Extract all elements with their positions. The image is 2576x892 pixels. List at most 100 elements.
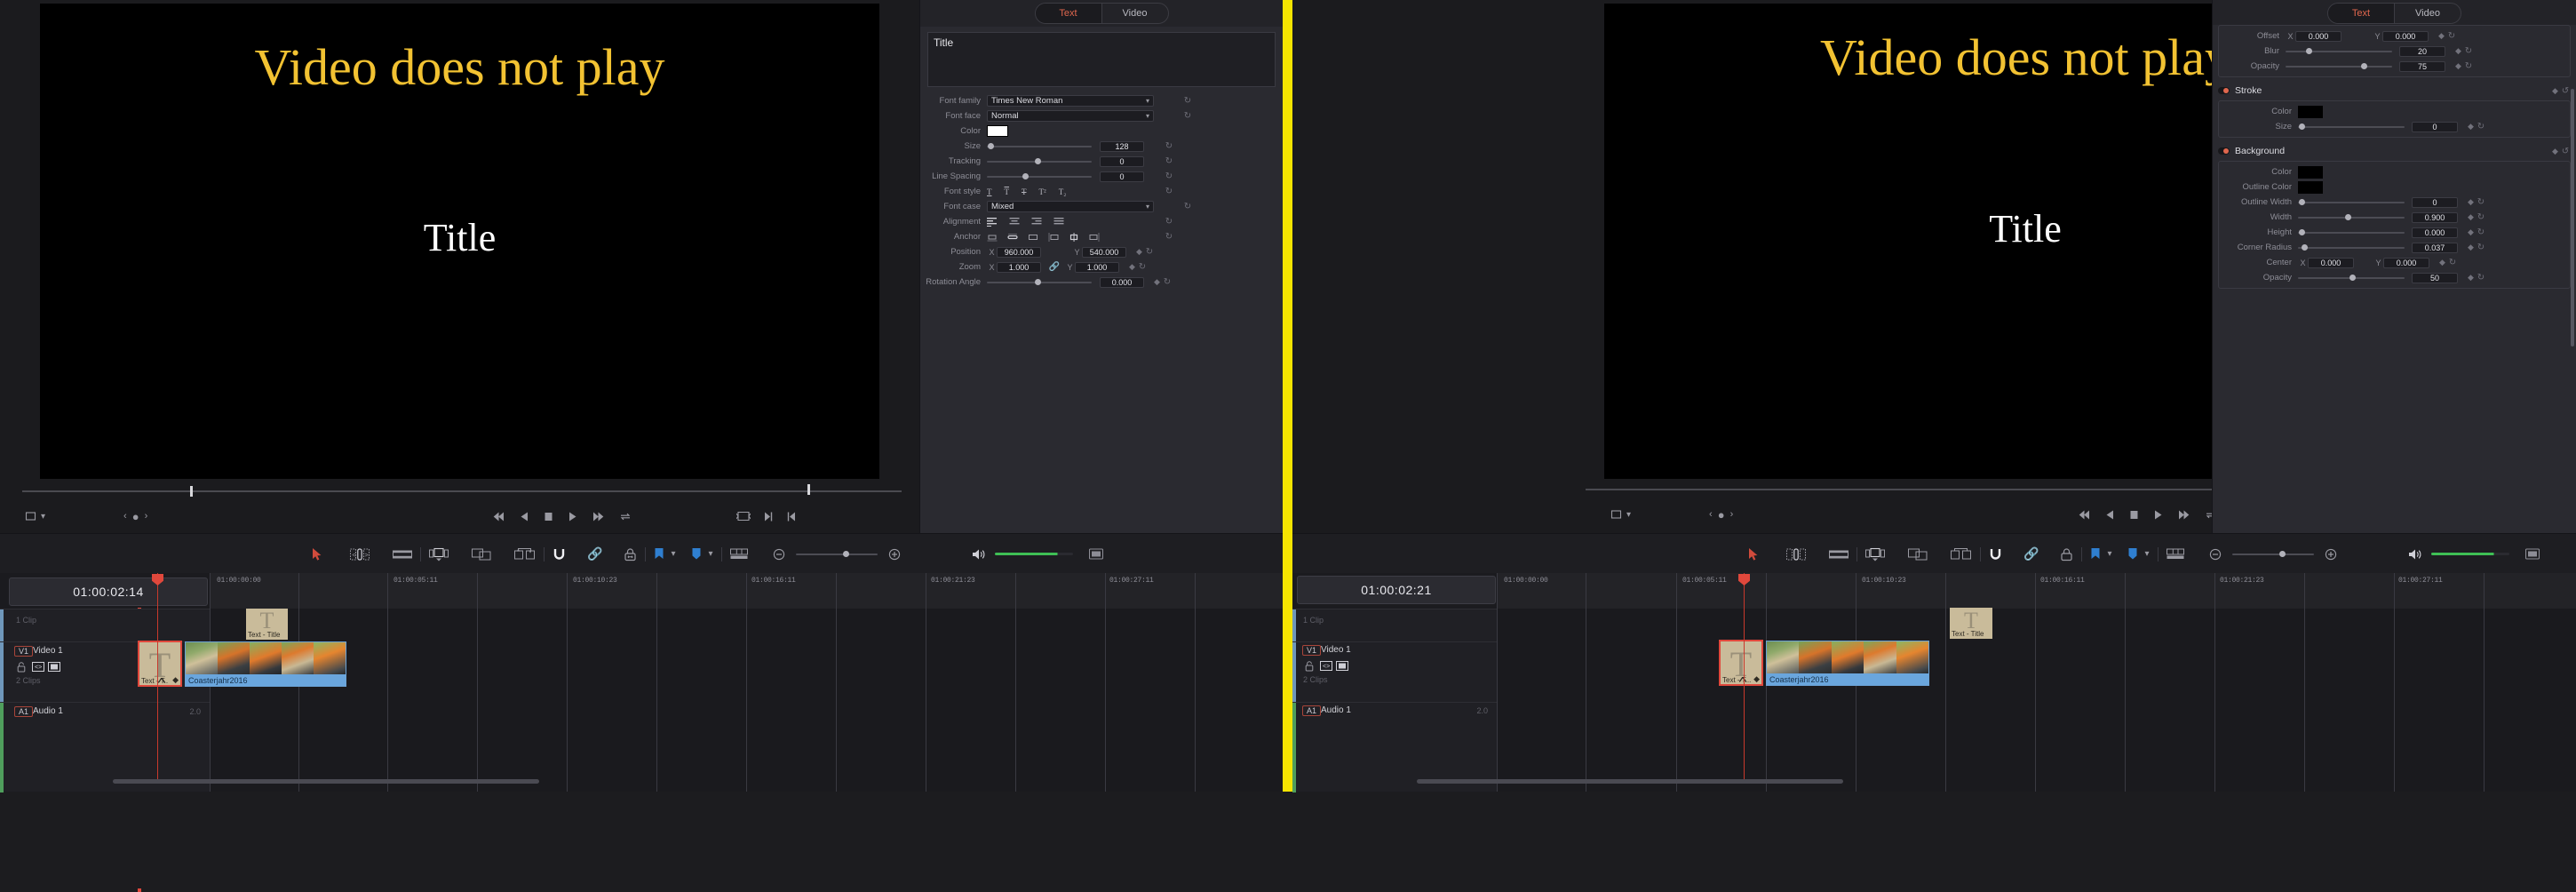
marker-prev-icon[interactable]: ‹: [123, 511, 127, 522]
anchor-top-icon[interactable]: [987, 233, 998, 242]
bg-corner-radius-value[interactable]: 0.037: [2412, 242, 2458, 253]
blur-value[interactable]: 20: [2399, 45, 2445, 57]
marker-icon[interactable]: [691, 547, 702, 561]
stroke-size-slider[interactable]: [2298, 121, 2405, 132]
shadow-opacity-keyframe-icon[interactable]: ◆: [2453, 61, 2463, 71]
link-icon[interactable]: 🔗: [1047, 262, 1061, 272]
trim-edit-icon[interactable]: [1786, 547, 1806, 561]
left-header-thumbnail[interactable]: T Text - Title: [246, 609, 288, 640]
right-a1-badge[interactable]: A1: [1302, 705, 1322, 716]
left-video-canvas[interactable]: Video does not play Title: [40, 4, 879, 479]
font-style-reset-icon[interactable]: ↻: [1164, 187, 1174, 196]
chevron-down-icon[interactable]: ▾: [2107, 549, 2111, 559]
bg-center-y-value[interactable]: 0.000: [2383, 257, 2429, 268]
track-thumbnail-icon[interactable]: [1336, 661, 1348, 671]
crop-icon[interactable]: [1610, 509, 1622, 521]
tab-text[interactable]: Text: [1035, 4, 1101, 23]
bg-width-keyframe-icon[interactable]: ◆: [2466, 212, 2476, 222]
bg-center-reset-icon[interactable]: ↻: [2447, 258, 2458, 267]
marker-next-icon[interactable]: ›: [145, 511, 148, 522]
fullscreen-icon[interactable]: [1088, 548, 1103, 560]
audio-icon[interactable]: [2408, 548, 2422, 561]
chevron-down-icon[interactable]: ▾: [41, 512, 45, 522]
right-inspector-scrollbar[interactable]: [2571, 89, 2574, 346]
safe-area-icon[interactable]: [736, 511, 751, 522]
lock-icon[interactable]: [17, 662, 26, 673]
left-playhead[interactable]: [157, 573, 158, 783]
anchor-left-icon[interactable]: [1048, 232, 1059, 242]
left-scrub-playhead[interactable]: [190, 486, 193, 497]
lock-icon[interactable]: [1305, 661, 1314, 672]
tracking-reset-icon[interactable]: ↻: [1164, 156, 1174, 166]
background-reset-icon[interactable]: ↺: [2560, 147, 2571, 156]
chevron-down-icon[interactable]: ▾: [1626, 510, 1631, 520]
left-timeline-hscroll[interactable]: [113, 779, 539, 784]
left-scrub-track[interactable]: [22, 490, 902, 492]
bg-outline-color-swatch[interactable]: [2298, 180, 2323, 194]
bg-opacity-slider[interactable]: [2298, 272, 2405, 283]
bg-height-reset-icon[interactable]: ↻: [2476, 227, 2486, 237]
zoom-slider[interactable]: [795, 548, 878, 560]
stroke-size-reset-icon[interactable]: ↻: [2476, 122, 2486, 131]
flag-icon[interactable]: [2090, 547, 2101, 561]
shadow-opacity-slider[interactable]: [2286, 60, 2392, 72]
stroke-size-value[interactable]: 0: [2412, 121, 2458, 132]
right-timeline-header-thumb[interactable]: T Text - Title: [1950, 608, 1992, 639]
align-left-icon[interactable]: [987, 217, 998, 227]
underline-icon[interactable]: T: [987, 187, 992, 196]
font-case-select[interactable]: Mixed ▾: [987, 201, 1154, 212]
tab-video[interactable]: Video: [2394, 4, 2461, 23]
zoom-y-value[interactable]: 1.000: [1075, 261, 1119, 273]
font-family-select[interactable]: Times New Roman ▾: [987, 95, 1154, 107]
shadow-opacity-value[interactable]: 75: [2399, 60, 2445, 72]
bg-corner-radius-slider[interactable]: [2298, 242, 2405, 253]
bg-center-x-value[interactable]: 0.000: [2308, 257, 2354, 268]
line-spacing-reset-icon[interactable]: ↻: [1164, 171, 1174, 181]
link-icon[interactable]: 🔗: [2023, 546, 2039, 561]
bg-opacity-value[interactable]: 50: [2412, 272, 2458, 283]
rotation-reset-icon[interactable]: ↻: [1162, 277, 1173, 287]
rotation-angle-slider[interactable]: [987, 276, 1092, 288]
right-timeline-timecode[interactable]: 01:00:02:21: [1297, 576, 1496, 604]
align-center-icon[interactable]: [1009, 217, 1020, 227]
trim-edit-icon[interactable]: < >: [350, 547, 370, 561]
flag-icon[interactable]: [654, 547, 664, 561]
left-timeline-tracks[interactable]: T Text - Title T Text - T..: [210, 609, 1283, 792]
bg-color-swatch[interactable]: [2298, 165, 2323, 179]
prev-clip-icon[interactable]: [786, 511, 797, 522]
fullscreen-icon[interactable]: [2524, 548, 2540, 560]
anchor-middle-icon[interactable]: [1028, 233, 1038, 242]
left-a1-badge[interactable]: A1: [14, 706, 34, 717]
replace-icon[interactable]: [514, 547, 536, 561]
link-icon[interactable]: 🔗: [587, 546, 602, 561]
chevron-down-icon[interactable]: ▾: [671, 549, 675, 559]
chevron-down-icon[interactable]: ▾: [708, 549, 712, 559]
marker-dot-icon[interactable]: ●: [132, 510, 139, 523]
audio-meter[interactable]: [994, 553, 1073, 555]
chevron-down-icon[interactable]: ▾: [2144, 549, 2149, 559]
tab-text[interactable]: Text: [2328, 4, 2394, 23]
reverse-play-icon[interactable]: [520, 511, 529, 522]
blade-icon[interactable]: [1829, 548, 1849, 561]
reverse-play-icon[interactable]: [2105, 509, 2115, 521]
right-clip-text[interactable]: T Text - T... ◆: [1719, 640, 1763, 686]
first-frame-icon[interactable]: [2078, 509, 2091, 521]
position-lock-icon[interactable]: [2060, 547, 2073, 561]
position-keyframe-icon[interactable]: ◆: [1134, 247, 1144, 257]
offset-keyframe-icon[interactable]: ◆: [2437, 31, 2446, 41]
bg-opacity-reset-icon[interactable]: ↻: [2476, 273, 2486, 283]
background-keyframe-icon[interactable]: ◆: [2550, 147, 2560, 156]
stroke-toggle[interactable]: [2218, 87, 2230, 94]
insert-icon[interactable]: [1865, 547, 1885, 561]
bg-outline-width-reset-icon[interactable]: ↻: [2476, 197, 2486, 207]
track-view-icon[interactable]: [2166, 548, 2184, 560]
track-view-icon[interactable]: [729, 548, 748, 560]
left-clip-text[interactable]: T Text - T.. ◆: [138, 641, 182, 687]
zoom-x-value[interactable]: 1.000: [997, 261, 1041, 273]
auto-track-select-icon[interactable]: <>: [32, 662, 44, 672]
stroke-reset-icon[interactable]: ↺: [2560, 86, 2571, 96]
strikethrough-icon[interactable]: T: [1022, 187, 1027, 196]
zoom-out-icon[interactable]: [2209, 548, 2222, 561]
pointer-icon[interactable]: [311, 547, 323, 561]
replace-icon[interactable]: [1951, 547, 1972, 561]
